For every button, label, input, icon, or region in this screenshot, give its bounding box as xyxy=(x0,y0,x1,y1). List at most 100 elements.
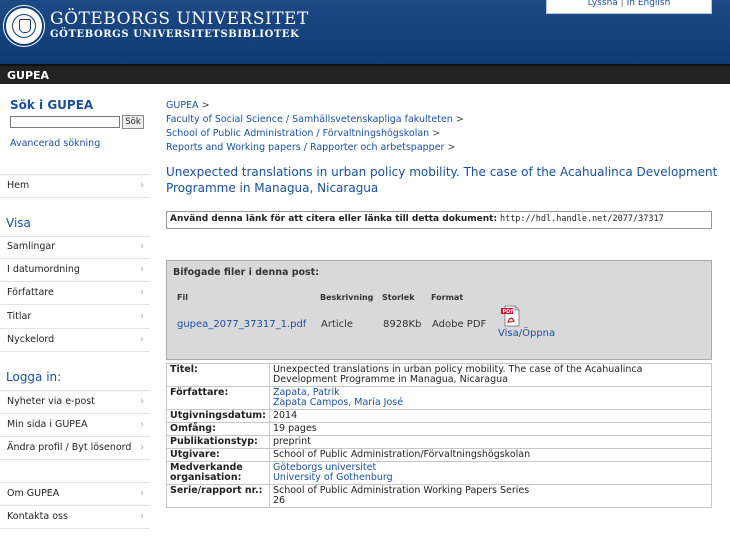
breadcrumb-separator: > xyxy=(432,128,441,139)
metadata-row: Utgivningsdatum: 2014 xyxy=(166,409,713,423)
login-heading: Logga in: xyxy=(6,370,62,384)
sidebar-item-min-sida[interactable]: Min sida i GUPEA › xyxy=(0,414,150,437)
files-panel: Bifogade filer i denna post: Fil Beskriv… xyxy=(166,260,712,360)
metadata-value: preprint xyxy=(268,435,713,449)
top-links: Lyssna | In English xyxy=(546,0,712,14)
search-title: Sök i GUPEA xyxy=(10,98,94,112)
sidebar-item-kontakta[interactable]: Kontakta oss › xyxy=(0,506,150,529)
breadcrumb: GUPEA > xyxy=(166,100,210,111)
view-open-link[interactable]: Visa/Öppna xyxy=(498,328,555,339)
sidebar-item-om-gupea[interactable]: Om GUPEA › xyxy=(0,483,150,506)
breadcrumb-link[interactable]: Faculty of Social Science / Samhällsvete… xyxy=(166,114,453,125)
files-col-description: Beskrivning xyxy=(320,293,374,302)
search-input[interactable] xyxy=(10,116,120,128)
files-col-size: Storlek xyxy=(382,293,415,302)
link-separator: | xyxy=(620,0,624,8)
metadata-key: Medverkande organisation: xyxy=(166,461,270,485)
files-col-format: Format xyxy=(431,293,464,302)
breadcrumb: School of Public Administration / Förval… xyxy=(166,128,440,139)
sidebar-item-nyheter[interactable]: Nyheter via e-post › xyxy=(0,391,150,414)
metadata-value: 19 pages xyxy=(268,422,713,436)
search-button[interactable]: Sök xyxy=(122,115,144,129)
chevron-right-icon: › xyxy=(140,311,144,322)
metadata-row: Utgivare: School of Public Administration… xyxy=(166,448,713,462)
svg-text:PDF: PDF xyxy=(503,309,514,315)
sidebar-item-label: Titlar xyxy=(7,311,32,322)
sidebar-item-nyckelord[interactable]: Nyckelord › xyxy=(0,329,150,352)
file-format: Adobe PDF xyxy=(432,319,487,330)
metadata-text: 19 pages xyxy=(272,423,317,434)
pdf-icon[interactable]: PDF xyxy=(500,305,522,327)
sidebar-item-label: Författare xyxy=(7,287,54,298)
chevron-right-icon: › xyxy=(140,419,144,430)
metadata-value: Göteborgs universitet University of Gothe… xyxy=(268,461,713,485)
chevron-right-icon: › xyxy=(140,511,144,522)
metadata-value: School of Public Administration/Förvaltn… xyxy=(268,448,713,462)
sidebar-item-forfattare[interactable]: Författare › xyxy=(0,282,150,305)
metadata-link[interactable]: Zapata Campos, María José xyxy=(273,397,403,408)
cite-box: Använd denna länk för att citera eller l… xyxy=(166,211,712,229)
cite-url[interactable]: http://hdl.handle.net/2077/37317 xyxy=(500,214,664,224)
university-seal-logo[interactable] xyxy=(4,6,44,46)
university-name[interactable]: GÖTEBORGS UNIVERSITET xyxy=(50,9,309,29)
metadata-value: School of Public Administration Working … xyxy=(268,484,713,508)
metadata-key: Utgivningsdatum: xyxy=(166,409,270,423)
sidebar-item-titlar[interactable]: Titlar › xyxy=(0,306,150,329)
metadata-key: Publikationstyp: xyxy=(166,435,270,449)
sidebar-item-home[interactable]: Hem › xyxy=(0,175,150,198)
files-heading: Bifogade filer i denna post: xyxy=(173,267,320,278)
chevron-right-icon: › xyxy=(140,334,144,345)
cite-label: Använd denna länk för att citera eller l… xyxy=(170,214,498,224)
metadata-key: Författare: xyxy=(166,386,270,410)
sidebar-item-label: Samlingar xyxy=(7,241,56,252)
breadcrumb: Reports and Working papers / Rapporter o… xyxy=(166,142,455,153)
files-col-file: Fil xyxy=(177,293,188,302)
sidebar-item-samlingar[interactable]: Samlingar › xyxy=(0,236,150,259)
chevron-right-icon: › xyxy=(140,241,144,252)
breadcrumb-separator: > xyxy=(455,114,464,125)
file-link[interactable]: gupea_2077_37317_1.pdf xyxy=(177,319,306,330)
metadata-text: preprint xyxy=(272,436,311,447)
breadcrumb-link[interactable]: GUPEA xyxy=(166,100,199,111)
sidebar-item-andra-profil[interactable]: Ändra profil / Byt lösenord › xyxy=(0,437,150,460)
metadata-link[interactable]: University of Gothenburg xyxy=(273,472,393,483)
advanced-search-link[interactable]: Avancerad sökning xyxy=(10,138,100,149)
breadcrumb-separator: > xyxy=(447,142,456,153)
sidebar-item-datumordning[interactable]: I datumordning › xyxy=(0,259,150,282)
library-name[interactable]: GÖTEBORGS UNIVERSITETSBIBLIOTEK xyxy=(50,29,299,40)
metadata-key: Titel: xyxy=(166,363,270,387)
sidebar-item-label: I datumordning xyxy=(7,264,80,275)
metadata-row: Omfång: 19 pages xyxy=(166,422,713,436)
metadata-row: Serie/rapport nr.: School of Public Admin… xyxy=(166,484,713,508)
sidebar-item-label: Min sida i GUPEA xyxy=(7,419,88,430)
metadata-key: Serie/rapport nr.: xyxy=(166,484,270,508)
chevron-right-icon: › xyxy=(140,396,144,407)
listen-link[interactable]: Lyssna xyxy=(588,0,618,8)
main-content: GUPEA > Faculty of Social Science / Samh… xyxy=(166,84,722,536)
chevron-right-icon: › xyxy=(140,442,144,453)
file-size: 8928Kb xyxy=(383,319,422,330)
metadata-value: Unexpected translations in urban policy … xyxy=(268,363,713,387)
sidebar-item-label: Kontakta oss xyxy=(7,511,68,522)
english-link[interactable]: In English xyxy=(627,0,671,8)
breadcrumb-link[interactable]: Reports and Working papers / Rapporter o… xyxy=(166,142,444,153)
visa-heading: Visa xyxy=(6,216,31,230)
metadata-text: 2014 xyxy=(272,410,298,421)
item-title: Unexpected translations in urban policy … xyxy=(166,165,718,195)
breadcrumb-link[interactable]: School of Public Administration / Förval… xyxy=(166,128,429,139)
chevron-right-icon: › xyxy=(140,488,144,499)
metadata-row: Medverkande organisation: Göteborgs unive… xyxy=(166,461,713,485)
metadata-row: Författare: Zapata, Patrik Zapata Campos, … xyxy=(166,386,713,410)
sidebar-item-label: Nyheter via e-post xyxy=(7,396,95,407)
metadata-text: School of Public Administration Working … xyxy=(272,485,530,496)
chevron-right-icon: › xyxy=(140,287,144,298)
chevron-right-icon: › xyxy=(140,180,144,191)
gupea-bar-title[interactable]: GUPEA xyxy=(7,69,49,82)
chevron-right-icon: › xyxy=(140,264,144,275)
site-header: GÖTEBORGS UNIVERSITET GÖTEBORGS UNIVERSI… xyxy=(0,0,730,64)
metadata-key: Omfång: xyxy=(166,422,270,436)
metadata-value: 2014 xyxy=(268,409,713,423)
sidebar-item-label: Hem xyxy=(7,180,30,191)
breadcrumb: Faculty of Social Science / Samhällsvete… xyxy=(166,114,464,125)
metadata-value: Zapata, Patrik Zapata Campos, María José xyxy=(268,386,713,410)
